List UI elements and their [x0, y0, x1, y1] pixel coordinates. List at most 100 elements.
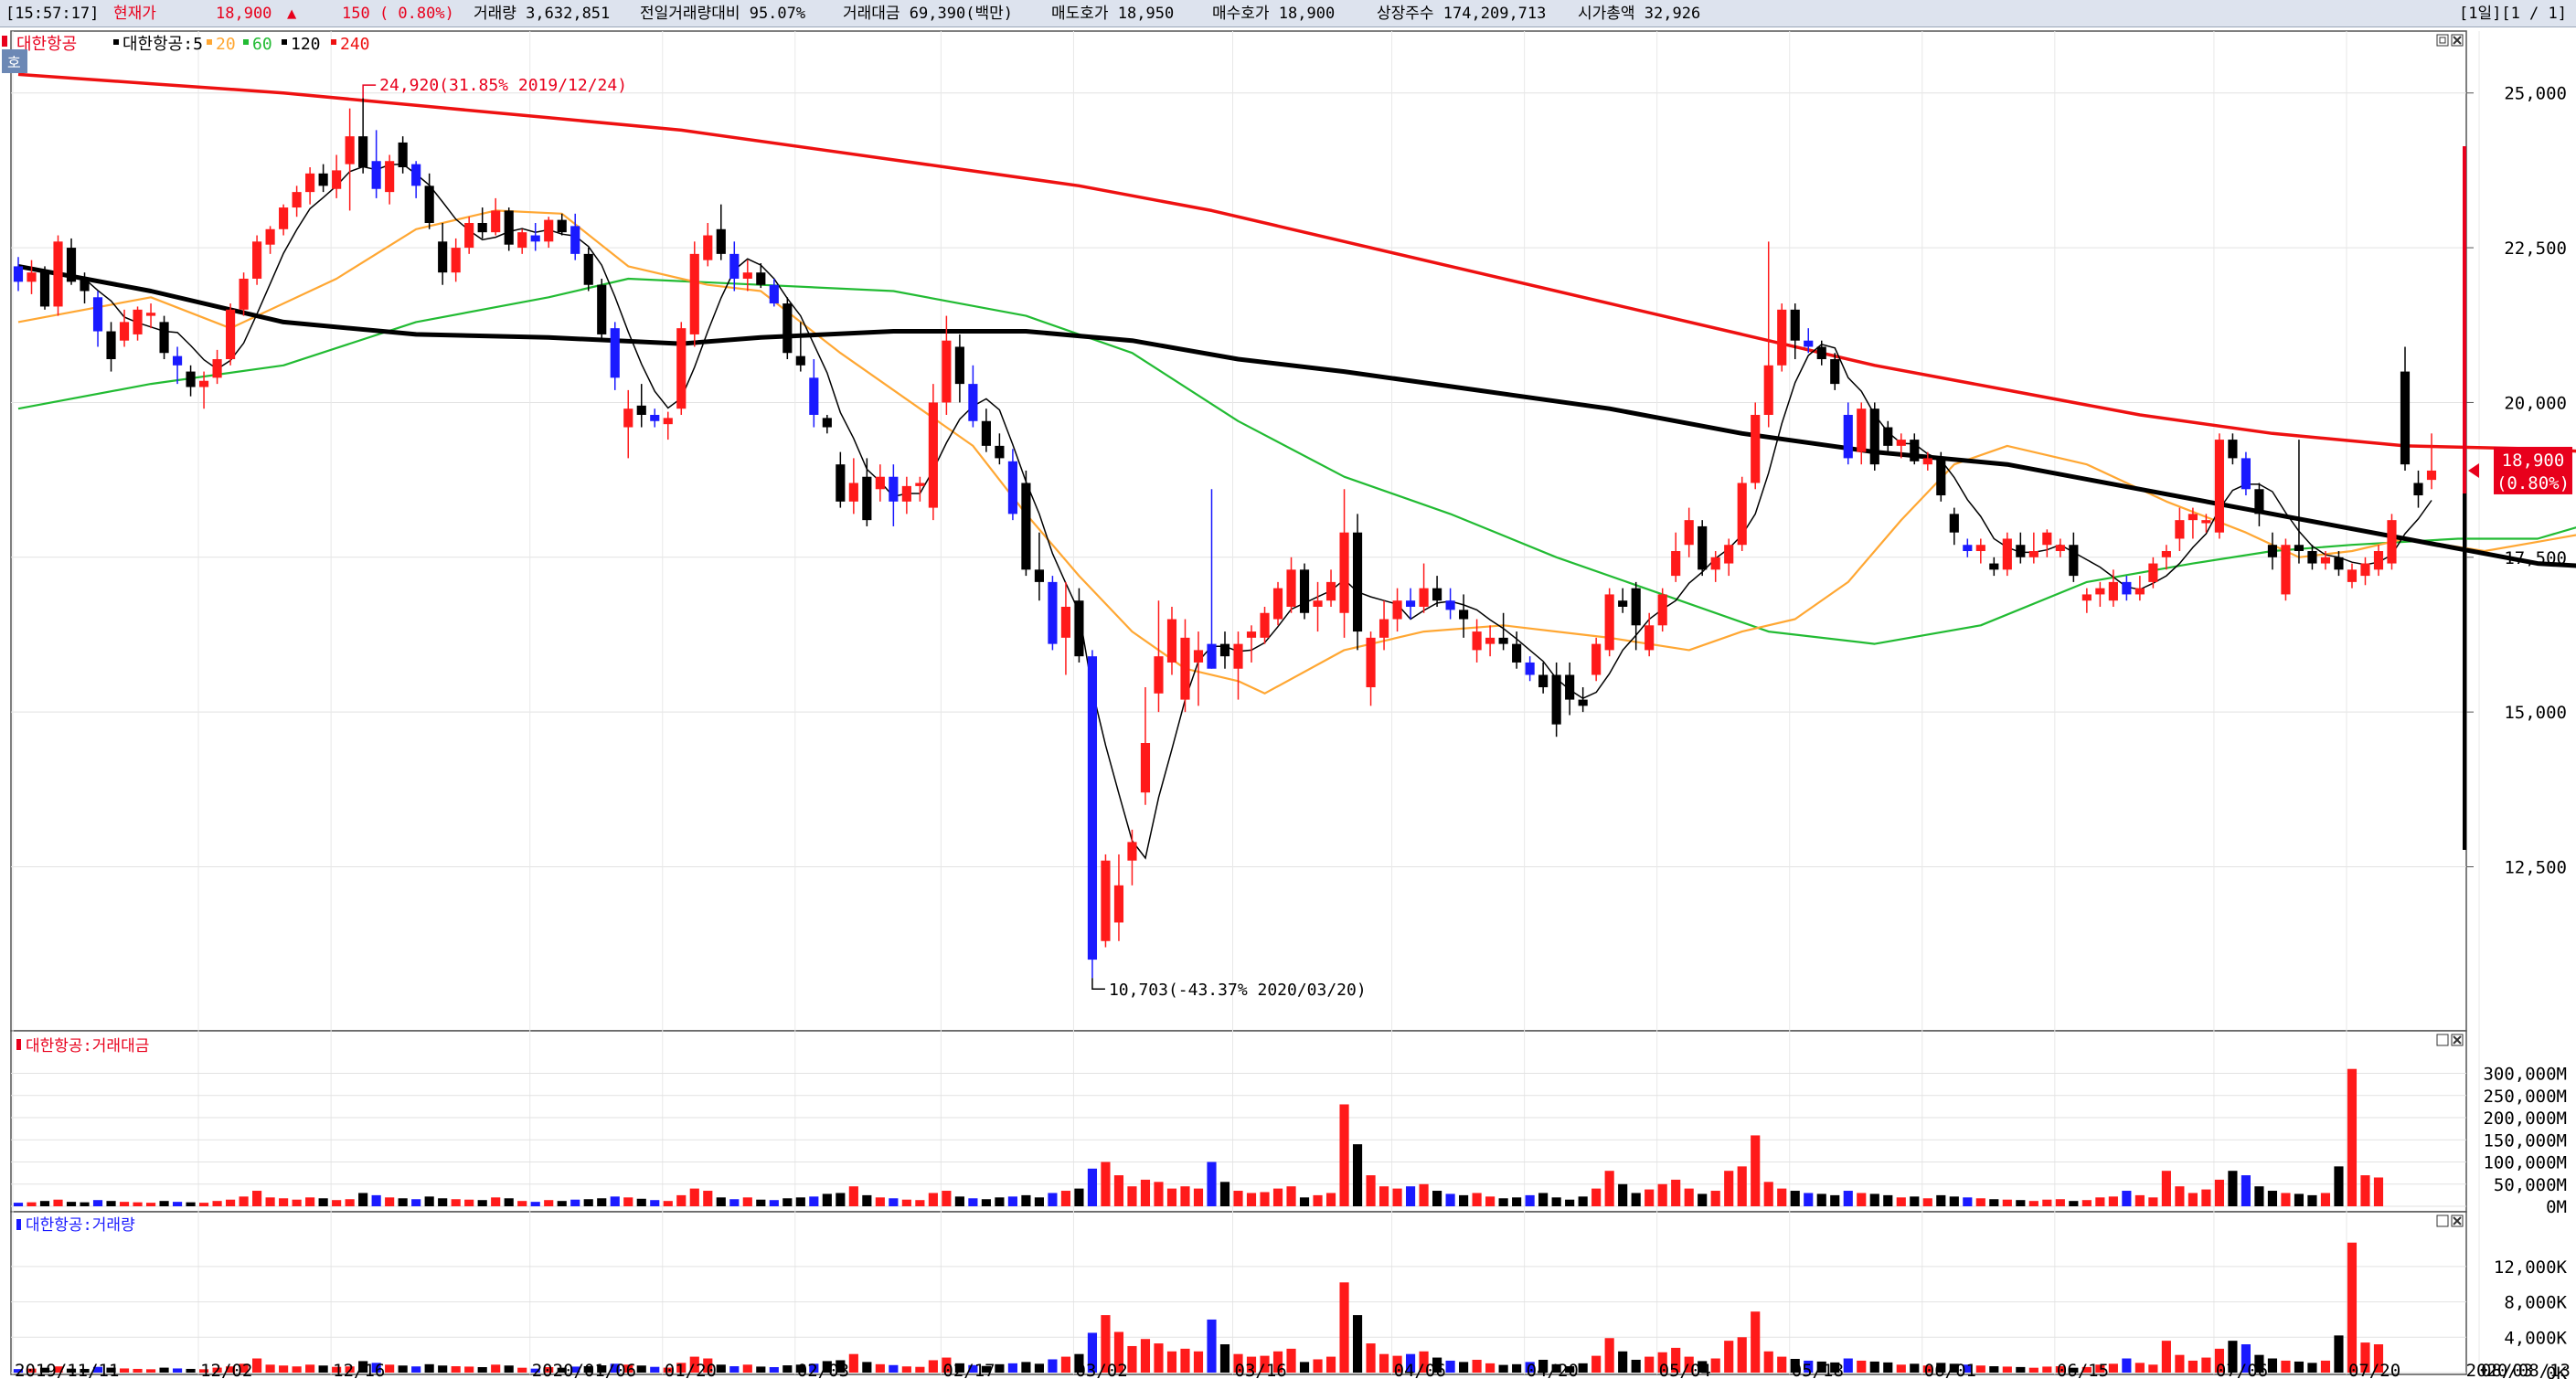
candle-body	[782, 303, 793, 354]
candle-body	[2122, 581, 2132, 595]
turnover-bar	[1180, 1186, 1190, 1206]
volume-bar	[2134, 1363, 2145, 1373]
volume-bar	[1710, 1358, 1720, 1373]
turnover-bar	[13, 1203, 24, 1206]
turnover-bar	[2081, 1200, 2092, 1206]
turnover-bar	[385, 1197, 395, 1206]
price-tick-label: 25,000	[2504, 84, 2567, 104]
turnover-bar	[1538, 1193, 1549, 1206]
candle-body	[1352, 532, 1363, 632]
candle-body	[2426, 470, 2437, 481]
turnover-bar	[729, 1199, 740, 1206]
volume-bar	[279, 1365, 289, 1373]
volume-bar	[1472, 1359, 1482, 1373]
candle-body	[398, 142, 408, 168]
turnover-bar	[1936, 1194, 1946, 1206]
legend-ma20-marker	[207, 39, 212, 45]
candle-body	[2241, 458, 2251, 490]
candle-body	[1180, 637, 1190, 700]
turnover-bar	[80, 1202, 90, 1206]
turnover-bar	[371, 1194, 381, 1206]
candle-body	[557, 219, 567, 233]
volume-bar	[995, 1363, 1005, 1373]
turnover-bar	[2241, 1175, 2251, 1206]
candle-body	[1233, 643, 1243, 669]
turnover-bar	[636, 1198, 646, 1206]
turnover-bar	[92, 1200, 103, 1206]
volume-bar	[1485, 1363, 1496, 1373]
turnover-bar	[358, 1193, 368, 1206]
volume-bar	[292, 1366, 302, 1373]
volume-label: 거래량 3,632,851	[474, 5, 611, 23]
sub-tick-label: 300,000M	[2483, 1065, 2567, 1085]
turnover-bar	[2201, 1189, 2211, 1206]
volume-bar	[1975, 1365, 1985, 1373]
turnover-bar	[1869, 1193, 1879, 1206]
candle-body	[889, 476, 899, 502]
turnover-bar	[1087, 1168, 1098, 1206]
candle-body	[504, 210, 514, 245]
current-price-arrow-icon	[2468, 462, 2479, 478]
turnover-bar	[2254, 1186, 2264, 1206]
candle-body	[2134, 588, 2145, 595]
candle-body	[544, 219, 554, 242]
turnover-label-marker	[16, 1039, 21, 1050]
candle-body	[1724, 545, 1734, 564]
volume-maximize-icon[interactable]	[2436, 1215, 2449, 1227]
volume-bar	[1286, 1348, 1296, 1373]
candle-body	[1299, 569, 1310, 613]
turnover-maximize-icon[interactable]	[2436, 1034, 2449, 1046]
turnover-bar	[2334, 1166, 2344, 1206]
turnover-bar	[1325, 1193, 1336, 1206]
chart-area[interactable]: 25,000 22,500 20,000 17,500 15,000 12,500 300,…	[0, 27, 2576, 1379]
candle-body	[2148, 563, 2158, 582]
candle-body	[1498, 637, 1508, 644]
volume-bar	[172, 1368, 183, 1373]
legend-ma120-marker	[282, 39, 287, 45]
turnover-bar	[676, 1194, 687, 1206]
period-selector[interactable]: [1일][1 / 1]	[2459, 0, 2567, 27]
candle-body	[1816, 346, 1826, 360]
candle-body	[769, 284, 779, 304]
candle-body	[2347, 569, 2358, 582]
candle-body	[1578, 699, 1588, 706]
candle-body	[2028, 551, 2038, 557]
turnover-bar	[106, 1201, 116, 1206]
turnover-pane-frame	[10, 1030, 2467, 1213]
turnover-bar	[1737, 1166, 1747, 1206]
candle-body	[1843, 414, 1853, 459]
legend-marker	[2, 36, 7, 47]
volume-bar	[915, 1366, 925, 1373]
turnover-bar	[1896, 1197, 1906, 1206]
candle-body	[1207, 643, 1217, 669]
candle-body	[265, 228, 275, 245]
volume-bar	[636, 1365, 646, 1373]
x-axis-label: 04/20	[1527, 1361, 1579, 1379]
candle-body	[1378, 619, 1389, 638]
volume-bar	[159, 1367, 169, 1373]
turnover-bar	[265, 1197, 275, 1206]
candle-body	[1339, 532, 1349, 613]
turnover-bar	[2228, 1171, 2238, 1206]
turnover-bar	[2294, 1193, 2305, 1206]
turnover-bar	[1922, 1198, 1932, 1206]
candle-body	[1645, 625, 1655, 651]
candle-body	[623, 408, 633, 428]
volume-bar	[1896, 1364, 1906, 1373]
volume-bar	[650, 1366, 660, 1373]
turnover-bar	[133, 1202, 143, 1206]
x-axis-label: 02/17	[942, 1361, 995, 1379]
turnover-bar	[1060, 1191, 1071, 1206]
turnover-bar	[2016, 1200, 2026, 1206]
turnover-bar	[1910, 1196, 1920, 1206]
current-price-tag-change: (0.80%)	[2496, 473, 2570, 493]
candle-body	[371, 161, 381, 189]
candle-body	[583, 253, 593, 285]
turnover-bar	[2267, 1191, 2278, 1206]
candle-body	[610, 328, 620, 378]
turnover-pane-label: 대한항공:거래대금	[26, 1037, 149, 1055]
maximize-icon[interactable]	[2436, 34, 2449, 47]
candle-body	[915, 483, 925, 486]
volume-bar	[2028, 1367, 2038, 1373]
turnover-bar	[1127, 1186, 1137, 1206]
